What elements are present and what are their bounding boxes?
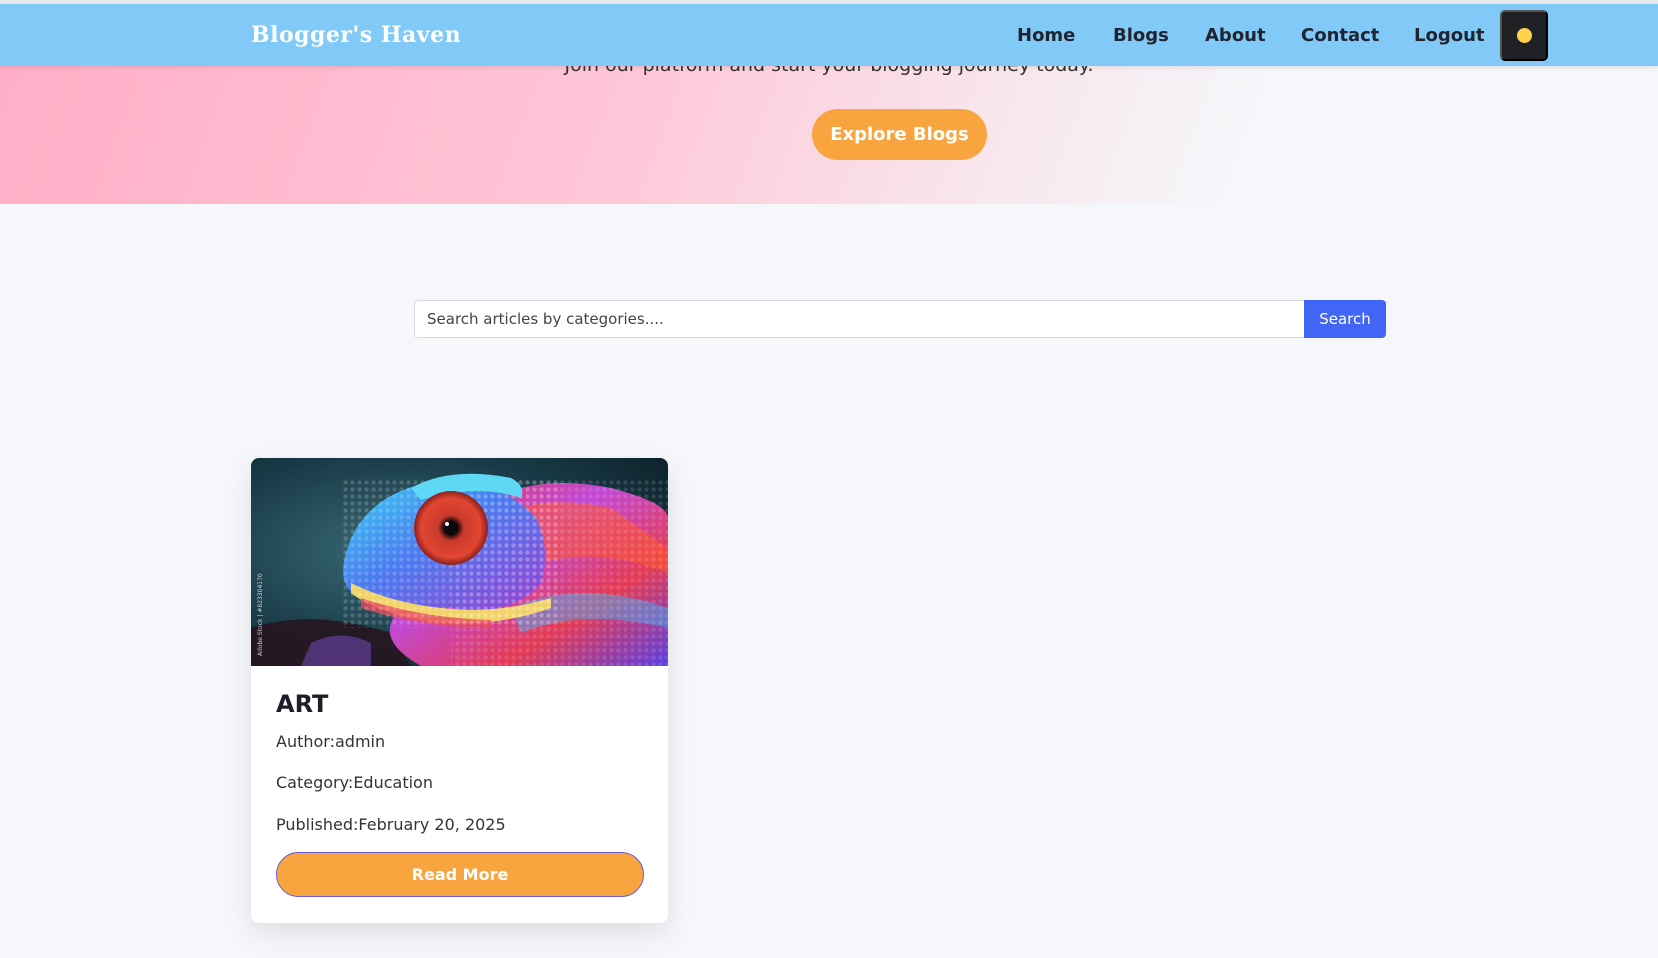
article-category: Category:Education <box>276 773 433 792</box>
theme-toggle-button[interactable] <box>1500 10 1548 61</box>
chameleon-image: Adobe Stock | #823304170 <box>251 458 668 666</box>
nav-about[interactable]: About <box>1205 25 1266 46</box>
read-more-button[interactable]: Read More <box>276 852 644 897</box>
nav-home[interactable]: Home <box>1017 25 1075 46</box>
nav-contact[interactable]: Contact <box>1301 25 1379 46</box>
navbar: Blogger's Haven Home Blogs About Contact… <box>0 4 1658 66</box>
nav-links: Home Blogs About Contact Logout <box>0 25 1658 49</box>
image-watermark: Adobe Stock | #823304170 <box>257 573 264 656</box>
search-input[interactable] <box>414 300 1304 338</box>
nav-blogs[interactable]: Blogs <box>1113 25 1169 46</box>
explore-blogs-button[interactable]: Explore Blogs <box>812 109 987 160</box>
nav-logout[interactable]: Logout <box>1414 25 1485 46</box>
article-card: Adobe Stock | #823304170 ART Author:admi… <box>251 458 668 923</box>
search-button[interactable]: Search <box>1304 300 1386 338</box>
article-published: Published:February 20, 2025 <box>276 815 506 834</box>
article-title: ART <box>276 690 329 718</box>
search-bar: Search <box>414 300 1386 338</box>
article-author: Author:admin <box>276 732 386 751</box>
sun-icon <box>1516 28 1532 43</box>
